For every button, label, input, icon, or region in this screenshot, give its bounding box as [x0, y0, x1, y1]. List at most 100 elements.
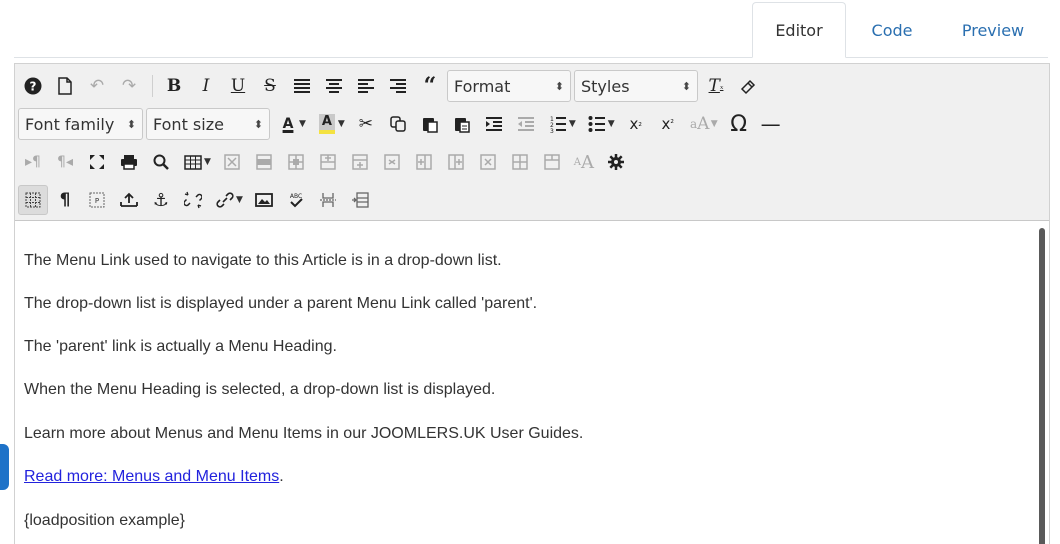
read-more-period: . — [279, 468, 284, 485]
toolbar-row-4: ¶ P ⚓ ▼ ABC — [18, 182, 377, 218]
visual-aid-icon[interactable] — [18, 185, 48, 215]
help-icon[interactable]: ? — [18, 71, 48, 101]
chevron-down-icon[interactable]: ▼ — [204, 157, 211, 167]
insert-column-after-icon[interactable] — [441, 147, 471, 177]
font-family-select[interactable]: Font family ⬍ — [18, 108, 143, 140]
superscript-icon[interactable]: x² — [653, 109, 683, 139]
insert-row-before-icon[interactable] — [313, 147, 343, 177]
chevron-down-icon[interactable]: ▼ — [711, 119, 718, 129]
styles-select-label: Styles — [581, 76, 630, 96]
page-break-icon[interactable] — [313, 185, 343, 215]
outdent-icon[interactable] — [511, 109, 541, 139]
tab-editor[interactable]: Editor — [752, 2, 846, 58]
image-icon[interactable] — [249, 185, 279, 215]
table-cell-props-icon[interactable] — [281, 147, 311, 177]
print-icon[interactable] — [114, 147, 144, 177]
text-color-icon: A — [282, 116, 294, 132]
format-select[interactable]: Format ⬍ — [447, 70, 571, 102]
anchor-icon[interactable]: ⚓ — [146, 185, 176, 215]
chevron-updown-icon: ⬍ — [126, 117, 136, 131]
cut-icon[interactable]: ✂ — [351, 109, 381, 139]
loadposition-paragraph: {loadposition example} — [24, 512, 186, 529]
tab-code[interactable]: Code — [850, 2, 934, 58]
subscript-icon[interactable]: x₂ — [621, 109, 651, 139]
split-cells-icon[interactable] — [505, 147, 535, 177]
ltr-icon[interactable]: ▸¶ — [18, 147, 48, 177]
font-size-select[interactable]: Font size ⬍ — [146, 108, 270, 140]
template-icon[interactable] — [345, 185, 375, 215]
delete-column-icon[interactable] — [473, 147, 503, 177]
side-panel-handle[interactable] — [0, 444, 9, 490]
align-center-icon[interactable] — [319, 71, 349, 101]
svg-text:P: P — [95, 197, 99, 205]
paste-icon[interactable] — [415, 109, 445, 139]
editor-tabs: Editor Code Preview — [0, 0, 1060, 58]
toolbar-row-1: ? ↶ ↷ B I U S “ Format ⬍ Styles ⬍ T ₓ — [18, 68, 765, 104]
insert-row-after-icon[interactable] — [345, 147, 375, 177]
table-delete-icon[interactable] — [217, 147, 247, 177]
content-paragraph: Learn more about Menus and Menu Items in… — [24, 425, 584, 442]
editor-content-area[interactable]: The Menu Link used to navigate to this A… — [15, 222, 1049, 544]
chevron-updown-icon: ⬍ — [253, 117, 263, 131]
show-blocks-icon[interactable]: P — [82, 185, 112, 215]
undo-icon[interactable]: ↶ — [82, 71, 112, 101]
rich-text-editor: ? ↶ ↷ B I U S “ Format ⬍ Styles ⬍ T ₓ Fo… — [14, 63, 1050, 544]
paste-text-icon[interactable] — [447, 109, 477, 139]
align-right-icon[interactable] — [383, 71, 413, 101]
read-more-link[interactable]: Read more: Menus and Menu Items — [24, 468, 279, 485]
insert-anchor-icon[interactable] — [114, 185, 144, 215]
rtl-icon[interactable]: ¶◂ — [50, 147, 80, 177]
read-more-paragraph: Read more: Menus and Menu Items. — [24, 468, 284, 486]
redo-icon[interactable]: ↷ — [114, 71, 144, 101]
toolbar-row-3: ▸¶ ¶◂ ▼ A A — [18, 144, 633, 180]
merge-cells-icon[interactable] — [537, 147, 567, 177]
gear-icon[interactable] — [601, 147, 631, 177]
special-character-icon[interactable]: Ω — [724, 109, 754, 139]
fullscreen-icon[interactable] — [82, 147, 112, 177]
font-size-select-label: Font size — [153, 114, 224, 134]
bold-icon[interactable]: B — [159, 71, 189, 101]
chevron-down-icon[interactable]: ▼ — [299, 119, 306, 129]
underline-icon[interactable]: U — [223, 71, 253, 101]
toolbar-row-2: Font family ⬍ Font size ⬍ A ▼ A ▼ ✂ 1 2 … — [18, 106, 788, 142]
clear-formatting-icon[interactable]: Tₓ — [701, 71, 731, 101]
svg-text:3: 3 — [550, 128, 554, 133]
chevron-down-icon[interactable]: ▼ — [236, 195, 243, 205]
chevron-down-icon[interactable]: ▼ — [338, 119, 345, 129]
delete-row-icon[interactable] — [377, 147, 407, 177]
chevron-down-icon[interactable]: ▼ — [608, 119, 615, 129]
align-justify-icon[interactable] — [287, 71, 317, 101]
spellcheck-icon[interactable]: ABC — [281, 185, 311, 215]
editor-toolbar: ? ↶ ↷ B I U S “ Format ⬍ Styles ⬍ T ₓ Fo… — [15, 64, 1049, 221]
copy-icon[interactable] — [383, 109, 413, 139]
search-icon[interactable] — [146, 147, 176, 177]
chevron-updown-icon: ⬍ — [681, 79, 691, 93]
format-painter-icon[interactable] — [733, 71, 763, 101]
toolbar-separator — [152, 75, 153, 97]
align-left-icon[interactable] — [351, 71, 381, 101]
tab-preview[interactable]: Preview — [940, 2, 1046, 58]
strikethrough-icon[interactable]: S — [255, 71, 285, 101]
svg-text:ABC: ABC — [290, 193, 302, 200]
highlight-color-icon: A — [318, 114, 335, 134]
insert-column-before-icon[interactable] — [409, 147, 439, 177]
new-document-icon[interactable] — [50, 71, 80, 101]
svg-text:?: ? — [30, 80, 37, 94]
content-paragraph: The Menu Link used to navigate to this A… — [24, 252, 502, 269]
italic-icon[interactable]: I — [191, 71, 221, 101]
chevron-updown-icon: ⬍ — [554, 79, 564, 93]
format-select-label: Format — [454, 76, 511, 96]
font-scale-icon[interactable]: AA — [569, 147, 599, 177]
content-paragraph: The drop-down list is displayed under a … — [24, 295, 538, 312]
table-row-props-icon[interactable] — [249, 147, 279, 177]
content-scrollbar[interactable] — [1039, 228, 1045, 544]
content-paragraph: When the Menu Heading is selected, a dro… — [24, 381, 496, 398]
chevron-down-icon[interactable]: ▼ — [569, 119, 576, 129]
indent-icon[interactable] — [479, 109, 509, 139]
content-paragraph: The 'parent' link is actually a Menu Hea… — [24, 338, 337, 355]
horizontal-rule-icon[interactable]: — — [756, 109, 786, 139]
show-invisibles-icon[interactable]: ¶ — [50, 185, 80, 215]
unlink-icon[interactable] — [178, 185, 208, 215]
styles-select[interactable]: Styles ⬍ — [574, 70, 698, 102]
blockquote-icon[interactable]: “ — [415, 71, 445, 101]
